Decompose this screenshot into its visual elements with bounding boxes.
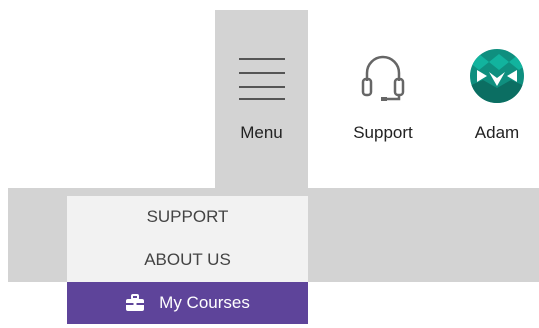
dropdown-item-support[interactable]: SUPPORT — [67, 196, 308, 238]
hamburger-icon — [239, 58, 285, 100]
user-menu-button[interactable]: Adam — [455, 45, 539, 155]
dropdown-item-label: My Courses — [159, 293, 250, 312]
dropdown-item-my-courses[interactable]: My Courses — [67, 282, 308, 324]
dropdown-menu: SUPPORT ABOUT US My Courses — [67, 196, 308, 324]
briefcase-icon — [126, 294, 145, 311]
headset-icon — [361, 55, 405, 101]
dropdown-item-about-us[interactable]: ABOUT US — [67, 239, 308, 281]
user-name-label: Adam — [474, 123, 520, 142]
menu-button[interactable]: Menu — [215, 10, 308, 188]
dropdown-item-label: SUPPORT — [146, 207, 229, 226]
support-label: Support — [353, 123, 413, 142]
avatar-icon — [470, 49, 524, 103]
dropdown-item-label: ABOUT US — [144, 250, 231, 269]
support-button[interactable]: Support — [338, 45, 428, 155]
menu-label: Menu — [240, 123, 283, 142]
